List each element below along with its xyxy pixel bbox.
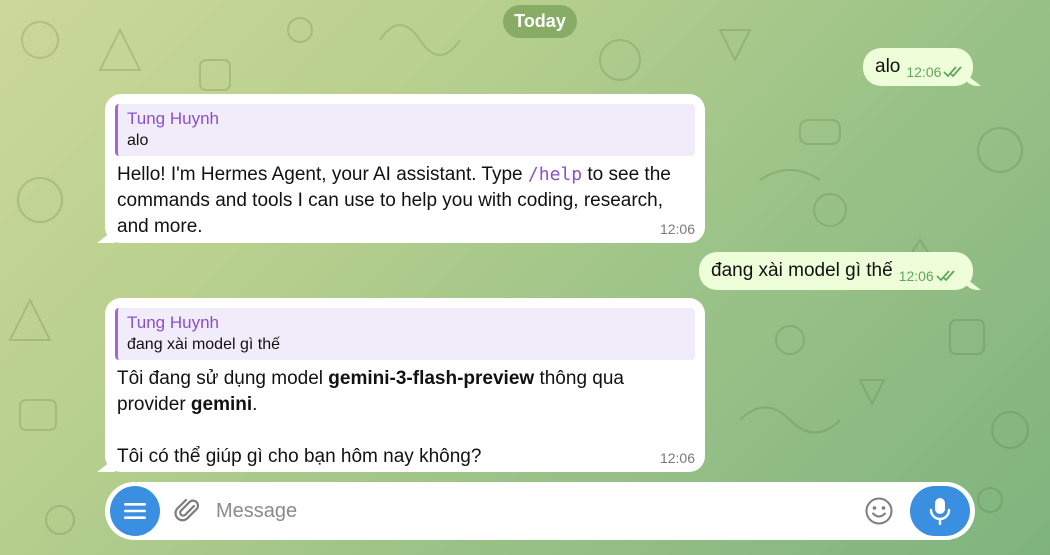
message-time: 12:06 bbox=[659, 450, 695, 466]
command-link[interactable]: /help bbox=[528, 164, 582, 185]
message-input[interactable] bbox=[216, 494, 836, 528]
voice-message-button[interactable] bbox=[910, 486, 970, 536]
message-text-part: . bbox=[252, 394, 258, 415]
reply-author: Tung Huynh bbox=[127, 109, 219, 128]
reply-preview[interactable]: Tung Huynh đang xài model gì thế bbox=[115, 308, 695, 360]
microphone-icon bbox=[929, 498, 951, 525]
time-label: 12:06 bbox=[906, 64, 942, 80]
paperclip-icon[interactable] bbox=[174, 497, 202, 525]
date-chip-label: Today bbox=[514, 11, 566, 31]
message-text: Hello! I'm Hermes Agent, your AI assista… bbox=[115, 162, 695, 240]
provider-name: gemini bbox=[190, 394, 253, 415]
message-text-part: Hello! I'm Hermes Agent, your AI assista… bbox=[117, 164, 528, 185]
message-time: 12:06 bbox=[659, 221, 695, 237]
double-check-icon bbox=[943, 66, 963, 78]
incoming-message[interactable]: Tung Huynh alo Hello! I'm Hermes Agent, … bbox=[105, 94, 705, 243]
outgoing-message[interactable]: alo 12:06 bbox=[863, 48, 973, 86]
reply-author: Tung Huynh bbox=[127, 313, 219, 332]
menu-button[interactable] bbox=[110, 486, 160, 536]
reply-text: alo bbox=[127, 132, 149, 149]
message-time: 12:06 bbox=[899, 268, 956, 284]
reply-preview[interactable]: Tung Huynh alo bbox=[115, 104, 695, 156]
message-text: đang xài model gì thế bbox=[711, 260, 893, 281]
message-text: alo bbox=[875, 56, 901, 77]
outgoing-message[interactable]: đang xài model gì thế 12:06 bbox=[699, 252, 973, 290]
smiley-icon[interactable] bbox=[864, 496, 894, 526]
message-time: 12:06 bbox=[906, 64, 963, 80]
model-name: gemini-3-flash-preview bbox=[328, 368, 535, 389]
menu-icon bbox=[124, 503, 146, 519]
message-text-part: Tôi đang sử dụng model bbox=[117, 368, 329, 389]
time-label: 12:06 bbox=[898, 268, 934, 284]
double-check-icon bbox=[936, 270, 955, 282]
date-chip: Today bbox=[503, 5, 577, 38]
reply-text: đang xài model gì thế bbox=[127, 336, 280, 353]
message-text: Tôi đang sử dụng model gemini-3-flash-pr… bbox=[115, 366, 695, 418]
message-text-line: Tôi có thể giúp gì cho bạn hôm nay không… bbox=[117, 446, 482, 467]
incoming-message[interactable]: Tung Huynh đang xài model gì thế Tôi đan… bbox=[105, 298, 705, 472]
